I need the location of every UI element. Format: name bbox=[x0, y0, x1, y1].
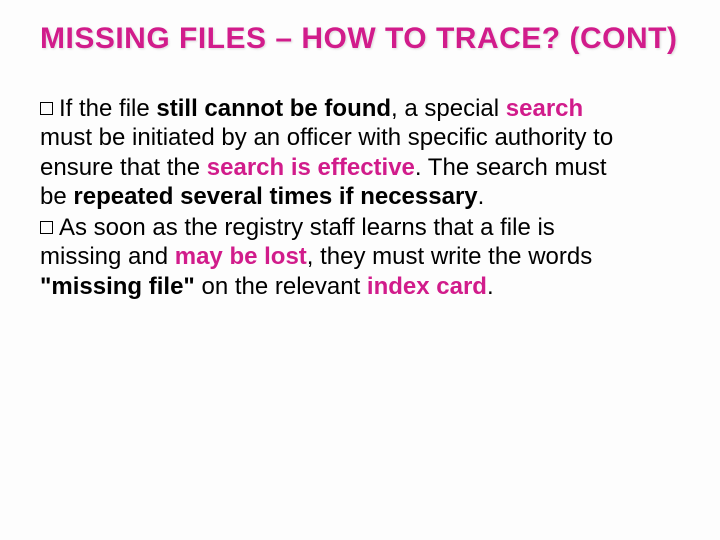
text-run: still cannot be found bbox=[156, 95, 391, 122]
text-run: If the file bbox=[59, 95, 156, 122]
text-run: on the relevant bbox=[201, 273, 366, 300]
checkbox-icon bbox=[40, 221, 53, 234]
text-run: search bbox=[506, 95, 583, 122]
slide-body: If the file still cannot be found, a spe… bbox=[40, 94, 620, 301]
text-run: search is effective bbox=[207, 154, 415, 181]
slide-title: MISSING FILES – HOW TO TRACE? (CONT) bbox=[40, 22, 680, 56]
text-run: may be lost bbox=[175, 243, 307, 270]
text-run: . bbox=[487, 273, 494, 300]
text-run: . bbox=[478, 183, 485, 210]
text-run: repeated several times if necessary bbox=[73, 183, 477, 210]
checkbox-icon bbox=[40, 102, 53, 115]
text-run: index card bbox=[367, 273, 487, 300]
slide: MISSING FILES – HOW TO TRACE? (CONT) If … bbox=[0, 0, 720, 540]
text-run: , they must write the words bbox=[307, 243, 592, 270]
bullet-item: If the file still cannot be found, a spe… bbox=[40, 94, 620, 211]
text-run: "missing file" bbox=[40, 273, 201, 300]
bullet-item: As soon as the registry staff learns tha… bbox=[40, 213, 620, 301]
text-run: , a special bbox=[391, 95, 506, 122]
